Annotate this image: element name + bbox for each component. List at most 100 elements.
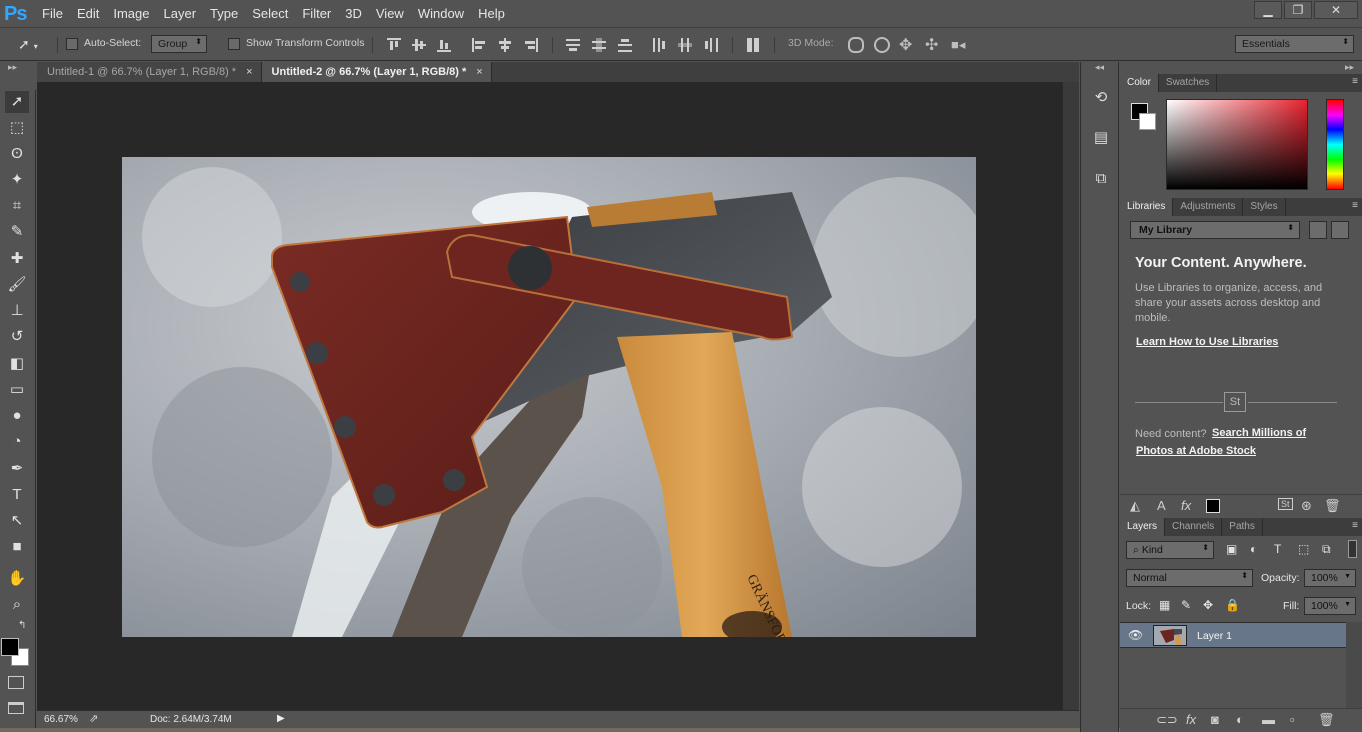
distribute-bottom-icon[interactable] bbox=[618, 38, 632, 52]
add-layer-style-icon[interactable]: fx bbox=[1181, 498, 1191, 513]
filter-shape-icon[interactable]: ⬚ bbox=[1298, 542, 1309, 556]
collapse-icon[interactable]: ◂◂ bbox=[1095, 62, 1104, 73]
blur-tool[interactable]: ● bbox=[5, 405, 29, 427]
vertical-scrollbar[interactable] bbox=[1062, 82, 1079, 710]
list-view-icon[interactable] bbox=[1331, 221, 1349, 239]
close-icon[interactable]: × bbox=[246, 66, 252, 78]
add-color-icon[interactable] bbox=[1206, 499, 1220, 513]
menu-type[interactable]: Type bbox=[210, 6, 238, 21]
adjustment-layer-icon[interactable]: ◐ bbox=[1236, 712, 1244, 727]
tab-paths[interactable]: Paths bbox=[1222, 518, 1263, 536]
align-top-icon[interactable] bbox=[387, 38, 401, 52]
3d-slide-icon[interactable]: ✣ bbox=[925, 35, 938, 55]
history-icon[interactable]: ⟲ bbox=[1091, 88, 1111, 108]
panel-menu-icon[interactable]: ≡ bbox=[1352, 520, 1358, 531]
menu-window[interactable]: Window bbox=[418, 6, 464, 21]
align-bottom-icon[interactable] bbox=[437, 38, 451, 52]
lock-position-icon[interactable]: ✥ bbox=[1203, 598, 1213, 612]
properties-icon[interactable]: ▤ bbox=[1091, 128, 1111, 148]
trash-icon[interactable]: 🗑 bbox=[1324, 498, 1341, 514]
stock-icon[interactable]: St bbox=[1278, 498, 1293, 510]
menu-view[interactable]: View bbox=[376, 6, 404, 21]
chevron-down-icon[interactable]: ▼ bbox=[1344, 573, 1351, 580]
move-tool[interactable]: ➚ bbox=[5, 91, 29, 113]
adobe-stock-link[interactable]: Photos at Adobe Stock bbox=[1136, 445, 1256, 457]
zoom-tool[interactable]: ⌕ bbox=[5, 594, 29, 616]
brush-tool[interactable]: 🖌 bbox=[5, 274, 29, 296]
align-left-icon[interactable] bbox=[472, 38, 486, 52]
hand-tool[interactable]: ✋ bbox=[5, 568, 29, 590]
distribute-vcenter-icon[interactable] bbox=[592, 38, 606, 52]
document-image[interactable]: GRÄNSFORS bbox=[122, 157, 976, 637]
distribute-hcenter-icon[interactable] bbox=[678, 38, 692, 52]
tab-libraries[interactable]: Libraries bbox=[1120, 198, 1174, 216]
lock-image-icon[interactable]: ✎ bbox=[1181, 598, 1191, 612]
add-graphic-icon[interactable]: ◭ bbox=[1130, 498, 1140, 514]
search-stock-link[interactable]: Search Millions of bbox=[1212, 427, 1306, 439]
menu-select[interactable]: Select bbox=[252, 6, 288, 21]
status-menu-icon[interactable]: ▶ bbox=[277, 713, 285, 724]
path-select-tool[interactable]: ↖ bbox=[5, 510, 29, 532]
restore-button[interactable]: ❐ bbox=[1284, 1, 1312, 19]
menu-filter[interactable]: Filter bbox=[302, 6, 331, 21]
opacity-field[interactable]: 100% ▼ bbox=[1304, 569, 1356, 587]
menu-3d[interactable]: 3D bbox=[345, 6, 362, 21]
canvas-area[interactable]: GRÄNSFORS bbox=[37, 82, 1062, 710]
marquee-tool[interactable]: ⬚ bbox=[5, 117, 29, 139]
menu-layer[interactable]: Layer bbox=[164, 6, 197, 21]
align-right-icon[interactable] bbox=[524, 38, 538, 52]
type-tool[interactable]: T bbox=[5, 484, 29, 506]
eye-icon[interactable]: 👁 bbox=[1128, 628, 1143, 642]
filter-type-icon[interactable]: T bbox=[1274, 542, 1281, 556]
zoom-level[interactable]: 66.67% bbox=[44, 714, 78, 725]
tab-untitled-2[interactable]: Untitled-2 @ 66.7% (Layer 1, RGB/8) * × bbox=[261, 62, 492, 82]
gradient-tool[interactable]: ▭ bbox=[5, 379, 29, 401]
collapse-icon[interactable]: ▸▸ bbox=[1345, 62, 1354, 73]
pen-tool[interactable]: ✒ bbox=[5, 458, 29, 480]
3d-scale-icon[interactable]: ■◂ bbox=[951, 37, 965, 53]
distribute-left-icon[interactable] bbox=[652, 38, 666, 52]
tab-untitled-1[interactable]: Untitled-1 @ 66.7% (Layer 1, RGB/8) * × bbox=[37, 62, 262, 82]
eyedropper-tool[interactable]: ✎ bbox=[5, 221, 29, 243]
eraser-tool[interactable]: ◧ bbox=[5, 353, 29, 375]
menu-edit[interactable]: Edit bbox=[77, 6, 99, 21]
learn-libraries-link[interactable]: Learn How to Use Libraries bbox=[1136, 336, 1278, 348]
foreground-color-swatch[interactable] bbox=[1, 638, 19, 656]
add-character-style-icon[interactable]: A bbox=[1157, 498, 1166, 513]
close-button[interactable]: ✕ bbox=[1314, 1, 1358, 19]
filter-smart-object-icon[interactable]: ⧉ bbox=[1322, 542, 1331, 557]
3d-roll-icon[interactable] bbox=[874, 37, 890, 53]
layers-scrollbar[interactable] bbox=[1346, 622, 1362, 708]
swap-colors-icon[interactable]: ↰ bbox=[18, 620, 26, 631]
auto-select-checkbox[interactable] bbox=[66, 38, 78, 50]
toolbar-header[interactable]: ▸▸ bbox=[0, 62, 36, 90]
layer-comps-icon[interactable]: ⧉ bbox=[1091, 170, 1111, 190]
close-icon[interactable]: × bbox=[476, 66, 482, 78]
hue-slider[interactable] bbox=[1326, 99, 1344, 190]
distribute-top-icon[interactable] bbox=[566, 38, 580, 52]
chevron-down-icon[interactable]: ▼ bbox=[1344, 601, 1351, 608]
panel-menu-icon[interactable]: ≡ bbox=[1352, 200, 1358, 211]
auto-select-dropdown[interactable]: Group ⬍ bbox=[151, 35, 207, 53]
background-color-swatch[interactable] bbox=[1139, 113, 1156, 130]
3d-pan-icon[interactable]: ✥ bbox=[899, 35, 912, 55]
move-tool-preset-icon[interactable]: ➚ ▾ bbox=[18, 36, 38, 53]
color-picker-field[interactable] bbox=[1166, 99, 1308, 190]
library-dropdown[interactable]: My Library ⬍ bbox=[1130, 221, 1300, 239]
screen-mode-icon[interactable] bbox=[8, 702, 24, 714]
crop-tool[interactable]: ⌗ bbox=[5, 195, 29, 217]
link-layers-icon[interactable]: ⊂⊃ bbox=[1156, 712, 1178, 728]
show-transform-checkbox[interactable] bbox=[228, 38, 240, 50]
filter-toggle[interactable] bbox=[1348, 540, 1357, 558]
export-icon[interactable]: ⇗ bbox=[89, 712, 98, 725]
layer-thumbnail[interactable] bbox=[1153, 625, 1187, 646]
quick-mask-icon[interactable] bbox=[8, 676, 24, 689]
menu-image[interactable]: Image bbox=[113, 6, 149, 21]
3d-orbit-icon[interactable] bbox=[848, 37, 864, 53]
sync-icon[interactable]: ⊛ bbox=[1301, 498, 1312, 514]
layer-row[interactable]: 👁 Layer 1 bbox=[1120, 622, 1346, 648]
quick-select-tool[interactable]: ✦ bbox=[5, 169, 29, 191]
workspace-dropdown[interactable]: Essentials ⬍ bbox=[1235, 35, 1354, 53]
tab-layers[interactable]: Layers bbox=[1120, 518, 1166, 536]
minimize-button[interactable]: ▁ bbox=[1254, 1, 1282, 19]
